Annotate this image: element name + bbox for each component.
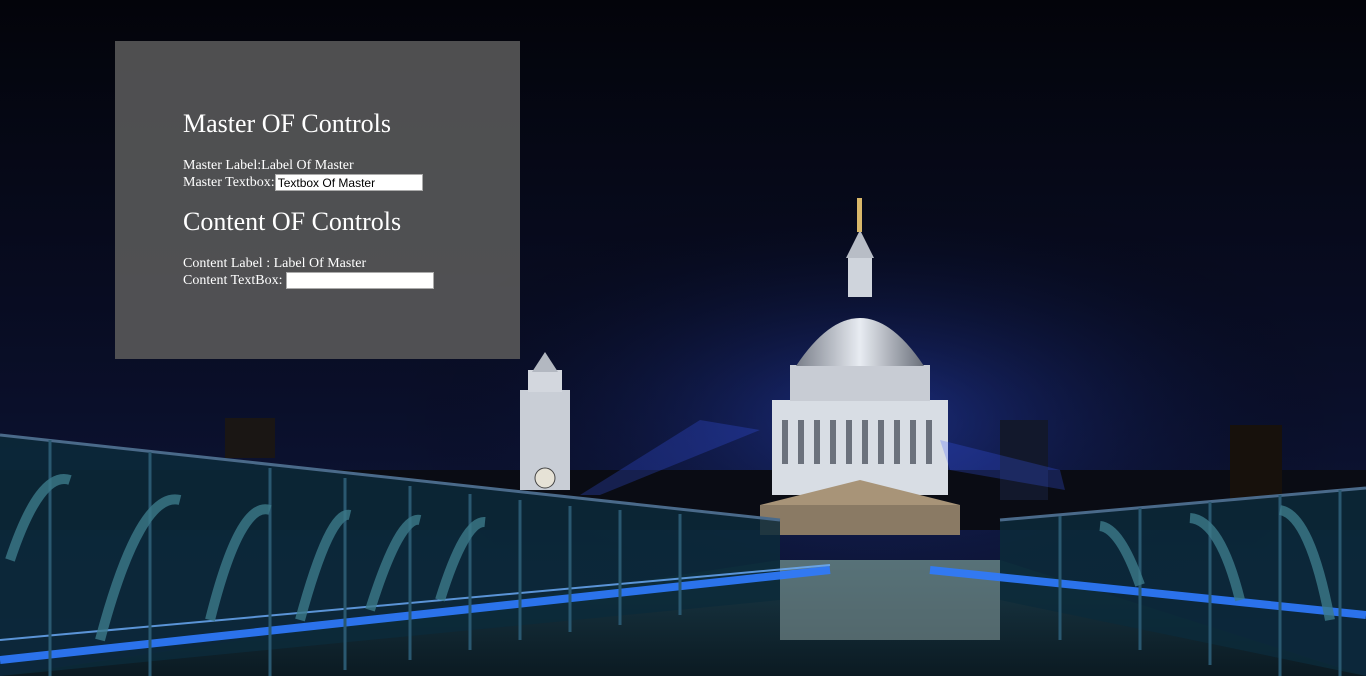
master-textbox-caption: Master Textbox: [183,175,275,190]
master-textbox[interactable] [274,174,423,191]
master-label-row: Master Label:Label Of Master [183,157,513,174]
content-textbox[interactable] [286,272,435,289]
master-label-caption: Master Label: [183,158,262,173]
content-heading: Content OF Controls [183,207,402,236]
content-label-value: Label Of Master [273,256,367,271]
controls-panel: Master OF Controls Master Label:Label Of… [115,41,520,359]
content-textbox-row: Content TextBox: [183,272,513,289]
controls-container: Master OF Controls Master Label:Label Of… [183,109,513,289]
master-textbox-row: Master Textbox: [183,174,513,191]
master-label-value: Label Of Master [261,158,354,173]
content-label-row: Content Label : Label Of Master [183,255,513,272]
content-textbox-caption: Content TextBox: [183,273,283,288]
master-heading: Master OF Controls [183,109,391,138]
content-label-caption: Content Label : [183,256,274,271]
